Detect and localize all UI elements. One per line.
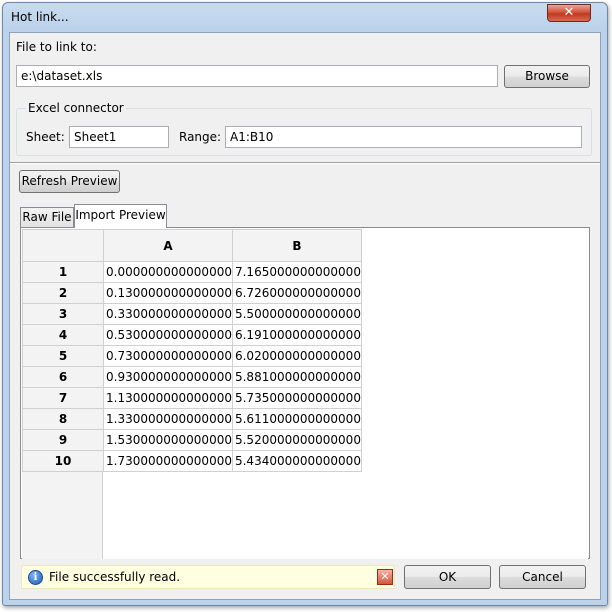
window-title: Hot link... [11, 10, 69, 24]
excel-connector-label: Excel connector [26, 101, 126, 115]
info-icon: i [28, 570, 43, 585]
row-header[interactable]: 9 [22, 429, 104, 451]
preview-grid[interactable]: A B 1 0.000000000000000 7.16500000000000… [22, 229, 588, 559]
column-header-b[interactable]: B [231, 229, 362, 262]
row-header-filler [22, 471, 103, 559]
row-header[interactable]: 7 [22, 387, 104, 409]
range-input[interactable]: A1:B10 [225, 126, 582, 148]
table-row: 7 1.130000000000000 5.735000000000000 [22, 387, 362, 409]
table-row: 3 0.330000000000000 5.500000000000000 [22, 303, 362, 325]
dismiss-status-icon[interactable]: ✕ [377, 569, 393, 585]
file-label: File to link to: [16, 40, 97, 54]
cell-b[interactable]: 6.726000000000000 [231, 282, 362, 304]
row-header[interactable]: 5 [22, 345, 104, 367]
preview-table: A B 1 0.000000000000000 7.16500000000000… [22, 229, 362, 472]
sheet-label: Sheet: [26, 130, 65, 144]
file-path-input[interactable]: e:\dataset.xls [16, 65, 498, 87]
cell-b[interactable]: 5.881000000000000 [231, 366, 362, 388]
cell-a[interactable]: 0.000000000000000 [103, 261, 233, 283]
cell-b[interactable]: 6.191000000000000 [231, 324, 362, 346]
cell-a[interactable]: 1.330000000000000 [103, 408, 233, 430]
row-header[interactable]: 4 [22, 324, 104, 346]
cell-b[interactable]: 5.500000000000000 [231, 303, 362, 325]
cell-b[interactable]: 7.165000000000000 [231, 261, 362, 283]
row-header[interactable]: 10 [22, 450, 104, 472]
cell-a[interactable]: 1.130000000000000 [103, 387, 233, 409]
table-row: 2 0.130000000000000 6.726000000000000 [22, 282, 362, 304]
dialog-body: File to link to: e:\dataset.xls Browse E… [9, 32, 601, 600]
cell-a[interactable]: 1.730000000000000 [103, 450, 233, 472]
row-header[interactable]: 2 [22, 282, 104, 304]
row-header[interactable]: 3 [22, 303, 104, 325]
tab-raw-file[interactable]: Raw File [20, 207, 74, 227]
status-message: File successfully read. [49, 570, 181, 584]
tab-import-preview[interactable]: Import Preview [74, 204, 167, 228]
table-row: 10 1.730000000000000 5.434000000000000 [22, 450, 362, 472]
close-button[interactable]: ✕ [547, 4, 591, 22]
table-row: 6 0.930000000000000 5.881000000000000 [22, 366, 362, 388]
cell-b[interactable]: 5.434000000000000 [231, 450, 362, 472]
row-header[interactable]: 8 [22, 408, 104, 430]
row-header[interactable]: 6 [22, 366, 104, 388]
cell-a[interactable]: 0.730000000000000 [103, 345, 233, 367]
browse-button[interactable]: Browse [504, 65, 590, 88]
table-row: 1 0.000000000000000 7.165000000000000 [22, 261, 362, 283]
sheet-input[interactable]: Sheet1 [69, 126, 169, 148]
status-bar: i File successfully read. ✕ [21, 565, 395, 589]
cancel-button[interactable]: Cancel [499, 565, 586, 589]
refresh-preview-button[interactable]: Refresh Preview [19, 170, 120, 193]
hot-link-dialog: Hot link... ✕ File to link to: e:\datase… [2, 2, 608, 606]
ok-button[interactable]: OK [404, 565, 491, 589]
separator [10, 162, 600, 164]
cell-a[interactable]: 0.930000000000000 [103, 366, 233, 388]
cell-b[interactable]: 5.611000000000000 [231, 408, 362, 430]
row-header[interactable]: 1 [22, 261, 104, 283]
import-preview-panel: A B 1 0.000000000000000 7.16500000000000… [20, 227, 590, 559]
cell-a[interactable]: 0.130000000000000 [103, 282, 233, 304]
column-header-a[interactable]: A [103, 229, 233, 262]
cell-a[interactable]: 0.330000000000000 [103, 303, 233, 325]
table-row: 9 1.530000000000000 5.520000000000000 [22, 429, 362, 451]
cell-b[interactable]: 6.020000000000000 [231, 345, 362, 367]
cell-a[interactable]: 1.530000000000000 [103, 429, 233, 451]
cell-b[interactable]: 5.735000000000000 [231, 387, 362, 409]
table-row: 4 0.530000000000000 6.191000000000000 [22, 324, 362, 346]
cell-b[interactable]: 5.520000000000000 [231, 429, 362, 451]
table-row: 5 0.730000000000000 6.020000000000000 [22, 345, 362, 367]
cell-a[interactable]: 0.530000000000000 [103, 324, 233, 346]
title-bar[interactable]: Hot link... ✕ [3, 3, 607, 31]
range-label: Range: [179, 130, 222, 144]
corner-header[interactable] [22, 229, 104, 262]
table-row: 8 1.330000000000000 5.611000000000000 [22, 408, 362, 430]
